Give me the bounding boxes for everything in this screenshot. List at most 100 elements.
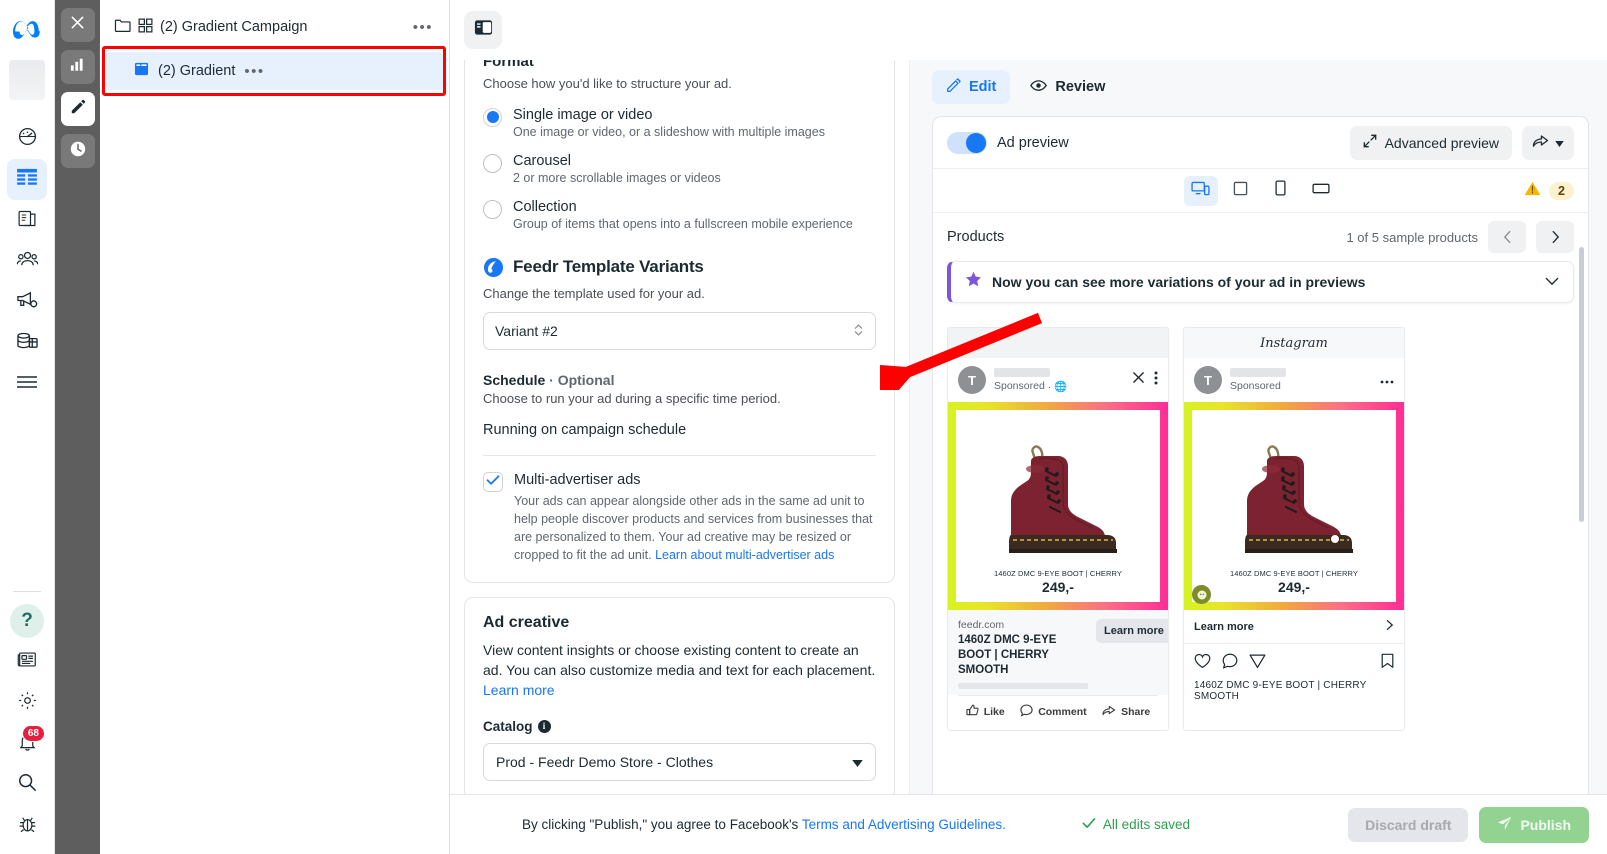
- landscape-icon: [1312, 182, 1330, 200]
- multi-advertiser-learn-link[interactable]: Learn about multi-advertiser ads: [655, 548, 834, 562]
- sidebar-item-report-bug[interactable]: [7, 805, 47, 846]
- multi-advertiser-desc: Your ads can appear alongside other ads …: [514, 492, 876, 565]
- close-button[interactable]: [61, 8, 95, 42]
- ad-creative-learn-link[interactable]: Learn more: [483, 682, 555, 698]
- product-tag-dot[interactable]: [1331, 535, 1339, 543]
- catalog-label: Catalog: [483, 719, 533, 734]
- share-button[interactable]: [1522, 126, 1574, 160]
- gear-icon: [17, 690, 38, 716]
- advertiser-name-placeholder: [1230, 368, 1286, 377]
- bug-icon: [17, 813, 38, 839]
- device-all-button[interactable]: [1184, 176, 1218, 206]
- device-square-button[interactable]: [1224, 176, 1258, 206]
- publish-button[interactable]: Publish: [1479, 807, 1589, 843]
- multi-advertiser-row[interactable]: Multi-advertiser ads Your ads can appear…: [483, 472, 876, 565]
- comment-icon[interactable]: [1222, 653, 1238, 674]
- chevron-down-icon[interactable]: [1545, 273, 1559, 291]
- account-placeholder[interactable]: [9, 60, 45, 100]
- discard-draft-button[interactable]: Discard draft: [1348, 808, 1468, 842]
- all-devices-icon: [1191, 181, 1210, 201]
- device-mobile-button[interactable]: [1264, 176, 1298, 206]
- advanced-preview-label: Advanced preview: [1385, 135, 1499, 151]
- product-image: [1225, 439, 1363, 565]
- panel-toggle-button[interactable]: [464, 11, 502, 49]
- check-icon: [486, 473, 500, 491]
- share-icon: [1532, 133, 1549, 153]
- sidebar-item-audiences[interactable]: [7, 241, 47, 282]
- tab-edit[interactable]: Edit: [932, 70, 1010, 104]
- bottom-action-bar: By clicking "Publish," you agree to Face…: [450, 794, 1607, 854]
- radio-collection[interactable]: [483, 200, 502, 219]
- products-next-button[interactable]: [1536, 221, 1574, 253]
- promo-banner[interactable]: Now you can see more variations of your …: [947, 261, 1574, 303]
- charts-button[interactable]: [61, 50, 95, 84]
- sidebar-item-notifications[interactable]: 68: [7, 723, 47, 764]
- sidebar-item-search[interactable]: [7, 764, 47, 805]
- folder-icon: [114, 18, 131, 37]
- help-icon: ?: [10, 604, 44, 638]
- multi-advertiser-checkbox[interactable]: [483, 472, 503, 492]
- send-icon[interactable]: [1249, 653, 1266, 674]
- format-option-carousel[interactable]: Carousel 2 or more scrollable images or …: [483, 153, 876, 185]
- campaign-tree-panel: (2) Gradient Campaign ••• (2) Gradient •…: [100, 0, 450, 854]
- tree-item-campaign[interactable]: (2) Gradient Campaign •••: [100, 8, 449, 46]
- edit-button[interactable]: [61, 92, 95, 126]
- advanced-preview-button[interactable]: Advanced preview: [1350, 126, 1512, 160]
- schedule-subtitle: Choose to run your ad during a specific …: [483, 391, 876, 406]
- close-icon[interactable]: [1132, 371, 1145, 389]
- tree-item-adset[interactable]: (2) Gradient •••: [106, 52, 443, 90]
- catalog-select[interactable]: Prod - Feedr Demo Store - Clothes: [483, 743, 876, 781]
- more-options-icon[interactable]: [1154, 371, 1158, 390]
- sidebar-item-all-tools[interactable]: [7, 364, 47, 405]
- sidebar-item-campaigns[interactable]: [7, 159, 47, 200]
- creative-product-name: 1460Z DMC 9-EYE BOOT | CHERRY: [1230, 569, 1358, 578]
- like-button[interactable]: Like: [966, 704, 1005, 720]
- products-prev-button[interactable]: [1488, 221, 1526, 253]
- avatar: T: [1194, 366, 1222, 394]
- sidebar-item-ad-settings[interactable]: [7, 282, 47, 323]
- device-selector-bar: 2: [933, 169, 1588, 213]
- format-option-carousel-desc: 2 or more scrollable images or videos: [513, 171, 721, 185]
- sidebar-item-settings[interactable]: [7, 682, 47, 723]
- preview-header: Ad preview Advanced preview: [933, 117, 1588, 169]
- info-icon[interactable]: i: [538, 720, 551, 733]
- variant-select[interactable]: Variant #2: [483, 312, 876, 350]
- sidebar-item-data-sources[interactable]: [7, 323, 47, 364]
- heart-icon[interactable]: [1194, 653, 1211, 674]
- sidebar-item-news[interactable]: [7, 641, 47, 682]
- device-landscape-button[interactable]: [1304, 176, 1338, 206]
- format-option-collection[interactable]: Collection Group of items that opens int…: [483, 199, 876, 231]
- multi-advertiser-title: Multi-advertiser ads: [514, 472, 876, 488]
- comment-button[interactable]: Comment: [1020, 704, 1086, 720]
- sidebar-item-pages[interactable]: [7, 200, 47, 241]
- ad-preview-toggle[interactable]: [947, 132, 987, 154]
- share-button[interactable]: Share: [1102, 704, 1150, 719]
- schedule-title: Schedule · Optional: [483, 372, 876, 388]
- format-option-single[interactable]: Single image or video One image or video…: [483, 107, 876, 139]
- facebook-creative-inner: 1460Z DMC 9-EYE BOOT | CHERRY 249,-: [956, 410, 1160, 602]
- sidebar-item-performance[interactable]: [7, 118, 47, 159]
- bookmark-icon[interactable]: [1381, 653, 1394, 674]
- sidebar-item-help[interactable]: ?: [7, 600, 47, 641]
- instagram-cta-row[interactable]: Learn more: [1184, 610, 1404, 644]
- promo-text: Now you can see more variations of your …: [992, 274, 1535, 290]
- legal-prefix: By clicking "Publish," you agree to Face…: [522, 817, 802, 832]
- meta-logo[interactable]: [11, 12, 43, 44]
- adset-menu-button[interactable]: •••: [244, 63, 266, 80]
- tab-review[interactable]: Review: [1016, 70, 1119, 104]
- warnings-indicator[interactable]: 2: [1524, 181, 1574, 201]
- sponsored-text: Sponsored: [994, 380, 1045, 392]
- campaign-menu-button[interactable]: •••: [413, 19, 435, 36]
- campaign-grid-icon: [138, 18, 153, 37]
- form-scroll-region[interactable]: Format Choose how you'd like to structur…: [450, 60, 909, 800]
- terms-link[interactable]: Terms and Advertising Guidelines.: [802, 817, 1006, 832]
- more-options-icon[interactable]: [1380, 371, 1394, 389]
- radio-carousel[interactable]: [483, 154, 502, 173]
- pencil-icon: [946, 78, 961, 97]
- preview-scrollbar[interactable]: [1579, 247, 1584, 522]
- shopping-tag-icon[interactable]: [1192, 585, 1211, 604]
- history-button[interactable]: [61, 134, 95, 168]
- facebook-cta-button[interactable]: Learn more: [1096, 619, 1169, 643]
- radio-single-image[interactable]: [483, 108, 502, 127]
- products-label: Products: [947, 229, 1336, 245]
